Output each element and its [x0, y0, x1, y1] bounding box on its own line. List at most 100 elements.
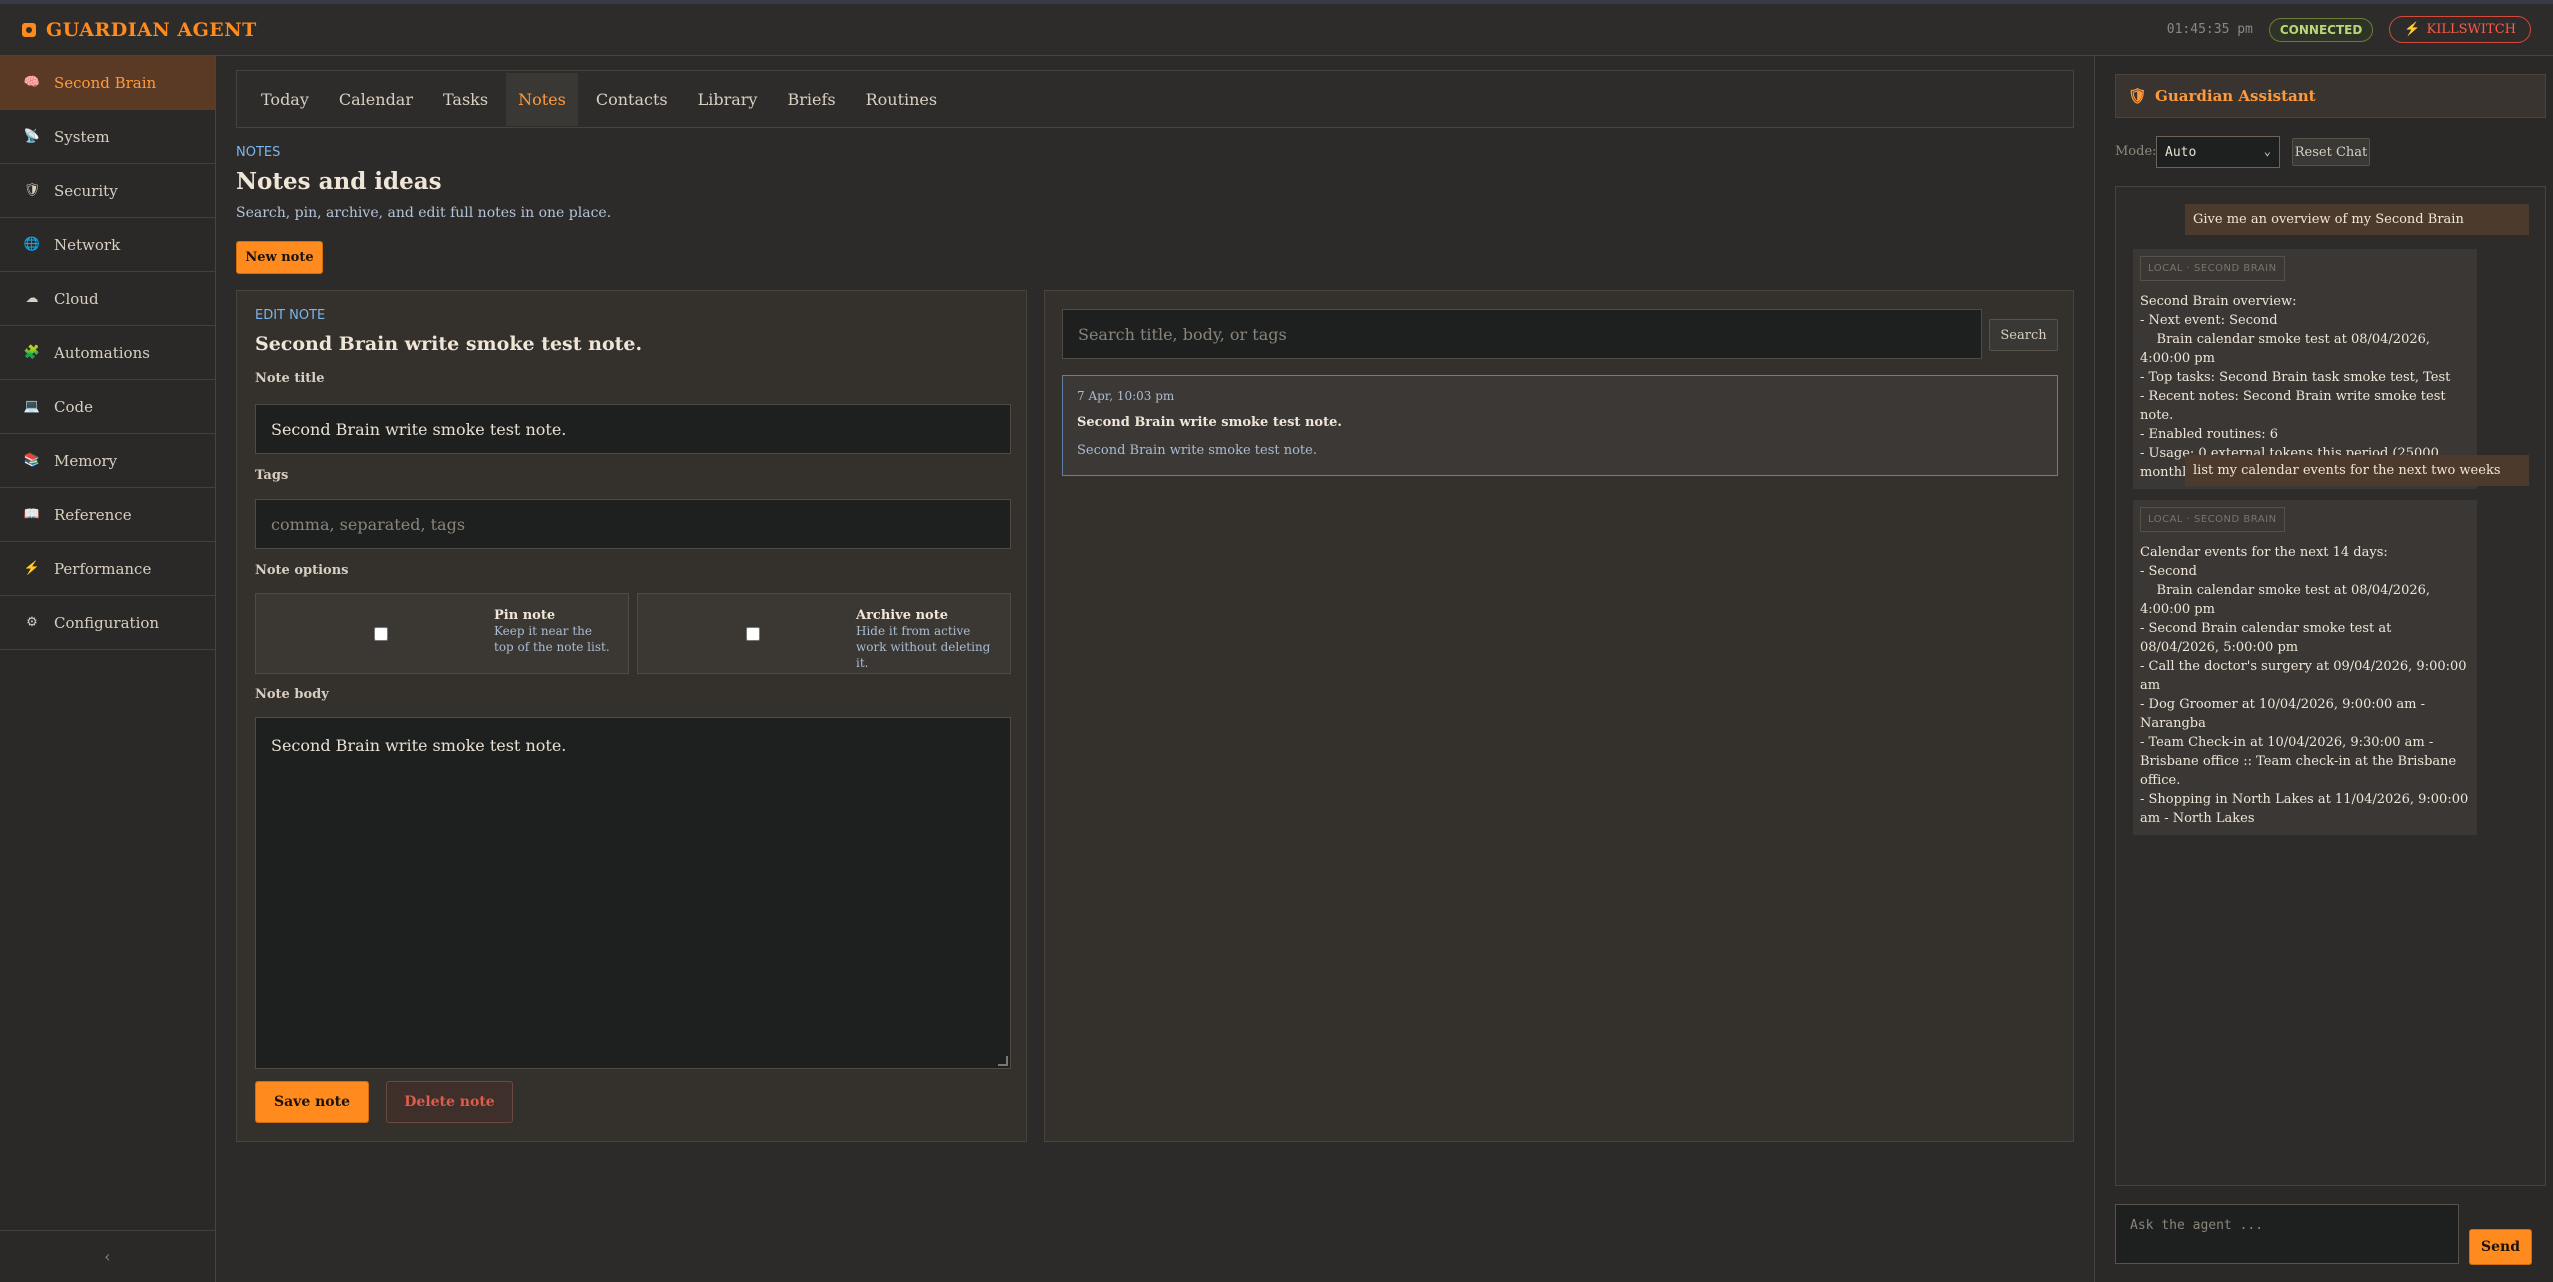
pin-note-description: Keep it near the top of the note list. — [494, 624, 610, 654]
sidebar-item-label: Cloud — [54, 289, 99, 308]
sidebar: 🧠 Second Brain 📡 System 🛡 Security 🌐 Network ☁ Cl… — [0, 56, 216, 1282]
sidebar-item-code[interactable]: 💻 Code — [0, 380, 215, 434]
mode-select[interactable]: Auto ⌄ — [2156, 136, 2280, 168]
agent-message-line: - Team Check-in at 10/04/2026, 9:30:00 a… — [2140, 735, 2461, 788]
books-icon: 📚 — [23, 453, 41, 468]
sidebar-item-label: System — [54, 127, 110, 146]
user-message: Give me an overview of my Second Brain — [2185, 204, 2529, 235]
tab-contacts[interactable]: Contacts — [584, 73, 680, 126]
note-preview: Second Brain write smoke test note. — [1077, 443, 1317, 458]
sidebar-item-label: Memory — [54, 451, 118, 470]
agent-message-line: Second Brain overview: — [2140, 294, 2297, 309]
sidebar-item-network[interactable]: 🌐 Network — [0, 218, 215, 272]
archive-note-title: Archive note — [856, 608, 948, 623]
tags-label: Tags — [255, 468, 289, 483]
new-note-button[interactable]: New note — [236, 241, 323, 274]
resize-handle-icon[interactable] — [998, 1056, 1008, 1066]
note-title-input[interactable]: Second Brain write smoke test note. — [255, 404, 1011, 454]
chat-log[interactable]: Give me an overview of my Second Brain L… — [2115, 186, 2546, 1186]
globe-icon: 🌐 — [23, 237, 41, 252]
note-date: 7 Apr, 10:03 pm — [1077, 389, 1175, 403]
note-body-label: Note body — [255, 687, 329, 702]
collapse-sidebar-button[interactable]: ‹ — [0, 1230, 215, 1282]
agent-message-line: Brain calendar smoke test at 08/04/2026,… — [2140, 332, 2435, 366]
sidebar-item-label: Performance — [54, 559, 152, 578]
tags-input[interactable]: comma, separated, tags — [255, 499, 1011, 549]
sidebar-item-label: Code — [54, 397, 93, 416]
sidebar-item-configuration[interactable]: ⚙ Configuration — [0, 596, 215, 650]
guardian-logo-icon — [22, 22, 36, 37]
sidebar-item-reference[interactable]: 📖 Reference — [0, 488, 215, 542]
agent-message-line: - Call the doctor's surgery at 09/04/202… — [2140, 659, 2471, 693]
tab-briefs[interactable]: Briefs — [775, 73, 847, 126]
edit-note-title: Second Brain write smoke test note. — [255, 333, 643, 355]
sidebar-item-memory[interactable]: 📚 Memory — [0, 434, 215, 488]
note-search-input[interactable]: Search title, body, or tags — [1062, 309, 1982, 359]
edit-note-tag: EDIT NOTE — [255, 308, 326, 323]
agent-message-line: - Recent notes: Second Brain write smoke… — [2140, 389, 2450, 423]
killswitch-label: KILLSWITCH — [2426, 22, 2516, 37]
sidebar-item-security[interactable]: 🛡 Security — [0, 164, 215, 218]
shield-icon: 🛡 — [2128, 87, 2148, 105]
note-list-panel: Search title, body, or tags Search 7 Apr… — [1044, 290, 2074, 1142]
book-icon: 📖 — [23, 507, 41, 522]
top-bar: GUARDIAN AGENT 01:45:35 pm CONNECTED ⚡ K… — [0, 0, 2553, 56]
agent-message-line: Calendar events for the next 14 days: — [2140, 545, 2388, 560]
agent-message: LOCAL · SECOND BRAIN Second Brain overvi… — [2133, 249, 2477, 489]
archive-note-checkbox[interactable] — [746, 627, 760, 641]
agent-message-line: - Shopping in North Lakes at 11/04/2026,… — [2140, 792, 2473, 826]
search-button[interactable]: Search — [1989, 319, 2058, 351]
sidebar-item-cloud[interactable]: ☁ Cloud — [0, 272, 215, 326]
tab-routines[interactable]: Routines — [854, 73, 950, 126]
sidebar-item-automations[interactable]: 🧩 Automations — [0, 326, 215, 380]
reset-chat-button[interactable]: Reset Chat — [2292, 138, 2370, 166]
tab-tasks[interactable]: Tasks — [431, 73, 500, 126]
page-title: Notes and ideas — [236, 168, 442, 195]
brand: GUARDIAN AGENT — [22, 19, 257, 41]
save-note-button[interactable]: Save note — [255, 1081, 369, 1123]
chevron-down-icon: ⌄ — [2263, 144, 2271, 158]
note-body-text: Second Brain write smoke test note. — [271, 736, 567, 755]
puzzle-icon: 🧩 — [23, 345, 41, 360]
lightning-icon: ⚡ — [2404, 22, 2421, 37]
agent-message-line: - Dog Groomer at 10/04/2026, 9:00:00 am … — [2140, 697, 2430, 731]
archive-note-option[interactable]: Archive note Hide it from active work wi… — [637, 593, 1011, 674]
sidebar-item-system[interactable]: 📡 System — [0, 110, 215, 164]
chevron-left-icon: ‹ — [104, 1247, 111, 1266]
sidebar-item-label: Second Brain — [54, 73, 157, 92]
assistant-title: Guardian Assistant — [2155, 87, 2316, 105]
assistant-header: 🛡 Guardian Assistant — [2115, 74, 2546, 118]
edit-note-panel: EDIT NOTE Second Brain write smoke test … — [236, 290, 1027, 1142]
agent-message: LOCAL · SECOND BRAIN Calendar events for… — [2133, 500, 2477, 835]
agent-message-line: - Top tasks: Second Brain task smoke tes… — [2140, 370, 2451, 385]
agent-source-tag: LOCAL · SECOND BRAIN — [2140, 256, 2285, 281]
sidebar-item-label: Reference — [54, 505, 132, 524]
note-body-textarea[interactable]: Second Brain write smoke test note. — [255, 717, 1011, 1069]
section-tag: NOTES — [236, 145, 281, 160]
tab-notes[interactable]: Notes — [506, 72, 578, 126]
killswitch-button[interactable]: ⚡ KILLSWITCH — [2389, 16, 2531, 43]
tab-today[interactable]: Today — [249, 73, 321, 126]
cloud-icon: ☁ — [25, 291, 39, 306]
agent-message-line: - Second Brain calendar smoke test at 08… — [2140, 621, 2396, 655]
mode-label: Mode: — [2115, 144, 2157, 159]
sidebar-item-performance[interactable]: ⚡ Performance — [0, 542, 215, 596]
pin-note-option[interactable]: Pin note Keep it near the top of the not… — [255, 593, 629, 674]
send-button[interactable]: Send — [2469, 1229, 2532, 1265]
page-subtitle: Search, pin, archive, and edit full note… — [236, 205, 612, 221]
sidebar-item-label: Automations — [54, 343, 150, 362]
note-list-item[interactable]: 7 Apr, 10:03 pm Second Brain write smoke… — [1062, 375, 2058, 476]
lightning-icon: ⚡ — [23, 561, 41, 576]
connection-status-badge: CONNECTED — [2268, 17, 2374, 42]
app-title: GUARDIAN AGENT — [46, 18, 257, 41]
laptop-icon: 💻 — [23, 399, 41, 414]
ask-agent-input[interactable]: Ask the agent ... — [2115, 1204, 2459, 1264]
sidebar-item-second-brain[interactable]: 🧠 Second Brain — [0, 56, 215, 110]
user-message: list my calendar events for the next two… — [2185, 455, 2529, 486]
pin-note-checkbox[interactable] — [374, 627, 388, 641]
tab-calendar[interactable]: Calendar — [327, 73, 425, 126]
note-title-label: Note title — [255, 371, 325, 386]
tab-library[interactable]: Library — [686, 73, 770, 126]
note-title: Second Brain write smoke test note. — [1077, 415, 1342, 430]
delete-note-button[interactable]: Delete note — [386, 1081, 513, 1123]
